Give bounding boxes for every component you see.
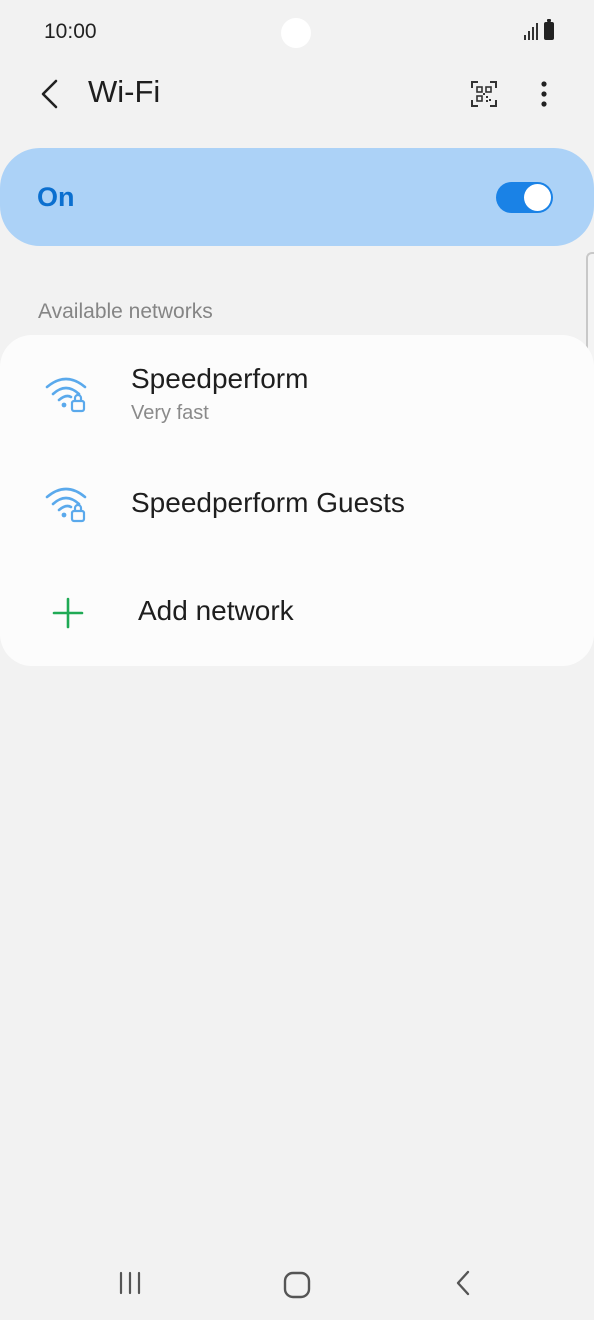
status-bar: 10:00 [0, 0, 594, 68]
wifi-locked-icon [45, 377, 87, 413]
more-vertical-icon [541, 81, 547, 107]
battery-icon [544, 19, 554, 40]
available-networks-header: Available networks [38, 300, 213, 323]
plus-icon [52, 597, 84, 629]
network-item-speedperform[interactable]: Speedperform Very fast [0, 335, 594, 447]
camera-cutout [281, 18, 311, 48]
navigation-bar [0, 1250, 594, 1320]
page-title: Wi-Fi [88, 74, 161, 109]
wifi-state-label: On [37, 182, 75, 212]
wifi-master-switch-card[interactable]: On [0, 148, 594, 246]
add-network-button[interactable]: Add network [0, 555, 594, 666]
network-list: Speedperform Very fast Speedperform Gues… [0, 335, 594, 666]
signal-icon [524, 22, 538, 40]
toggle-knob [524, 184, 551, 211]
back-button[interactable] [28, 72, 72, 116]
status-icons [524, 19, 554, 40]
wifi-locked-icon [45, 487, 87, 523]
qr-code-scan-icon [471, 81, 497, 107]
back-icon[interactable] [450, 1268, 476, 1298]
wifi-toggle-switch[interactable] [496, 182, 553, 213]
app-bar: Wi-Fi [0, 60, 594, 126]
add-network-label: Add network [138, 595, 294, 626]
home-icon[interactable] [282, 1270, 312, 1300]
qr-scan-button[interactable] [464, 74, 504, 114]
network-item-speedperform-guests[interactable]: Speedperform Guests [0, 447, 594, 555]
network-name: Speedperform [131, 363, 309, 394]
wifi-settings-screen: 10:00 Wi-Fi On Available networks Speedp… [0, 0, 594, 1320]
more-options-button[interactable] [524, 74, 564, 114]
chevron-left-icon [41, 79, 58, 109]
status-time: 10:00 [44, 20, 97, 43]
recents-icon[interactable] [114, 1270, 146, 1296]
network-speed: Very fast [131, 402, 209, 424]
network-name: Speedperform Guests [131, 487, 405, 518]
